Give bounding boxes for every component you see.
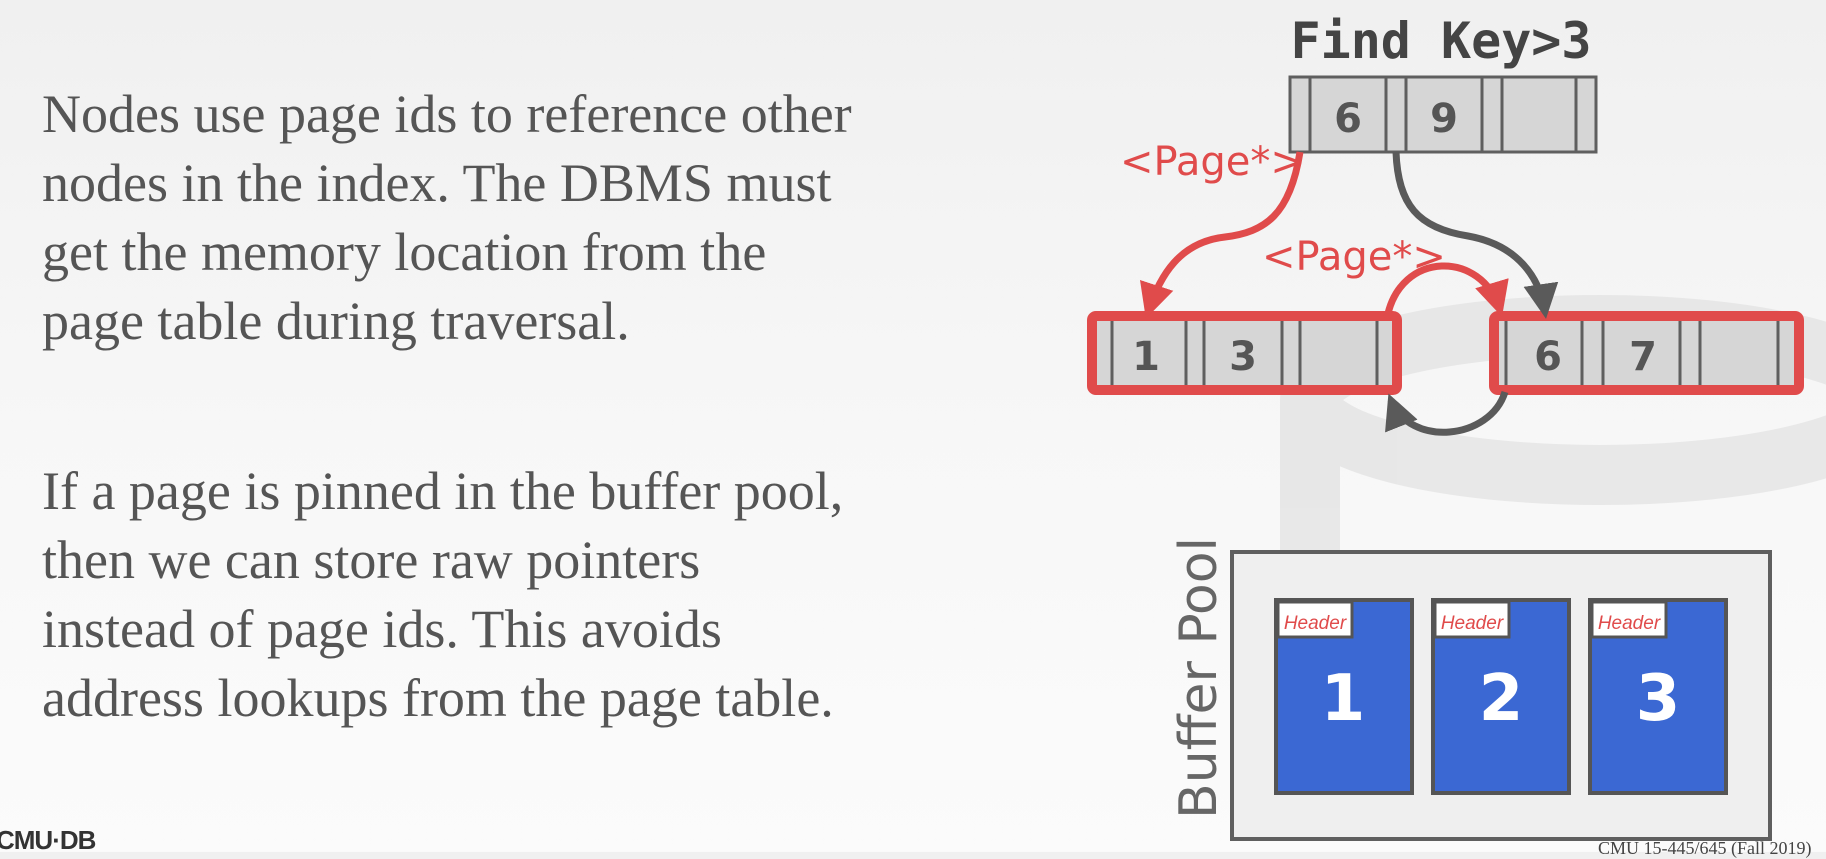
cmu-db-logo: CMU·DB [0,825,96,855]
page-header-label: Header [1441,613,1504,634]
root-node: 6 9 [1288,75,1598,154]
btree-buffer-pool-diagram: Find Key>3 6 9 1 3 6 7 <Page*> <Page*> B… [1087,12,1826,841]
leaf-node-left: 1 3 [1087,311,1402,395]
leaf-key: 6 [1534,334,1562,380]
page-number: 3 [1636,662,1681,736]
buffer-pool-label: Buffer Pool [1169,537,1229,819]
buffer-page-2: Header 2 [1431,598,1571,795]
page-header-label: Header [1284,613,1347,634]
page-number: 2 [1479,662,1524,736]
leaf-key: 7 [1629,334,1657,380]
pointer-arrow-root-to-right-leaf [1392,151,1559,319]
buffer-page-1: Header 1 [1274,598,1414,795]
page-number: 1 [1321,662,1366,736]
leaf-key: 3 [1229,334,1257,380]
page-pointer-label: <Page*> [1262,234,1446,280]
page-pointer-label: <Page*> [1120,139,1304,185]
root-key: 6 [1334,96,1362,142]
leaf-node-right: 6 7 [1489,311,1804,395]
page-header-label: Header [1598,613,1661,634]
root-key: 9 [1430,96,1458,142]
course-footer: CMU 15-445/645 (Fall 2019) [1598,838,1812,858]
query-title: Find Key>3 [1290,12,1591,70]
leaf-key: 1 [1132,334,1160,380]
buffer-page-3: Header 3 [1588,598,1728,795]
